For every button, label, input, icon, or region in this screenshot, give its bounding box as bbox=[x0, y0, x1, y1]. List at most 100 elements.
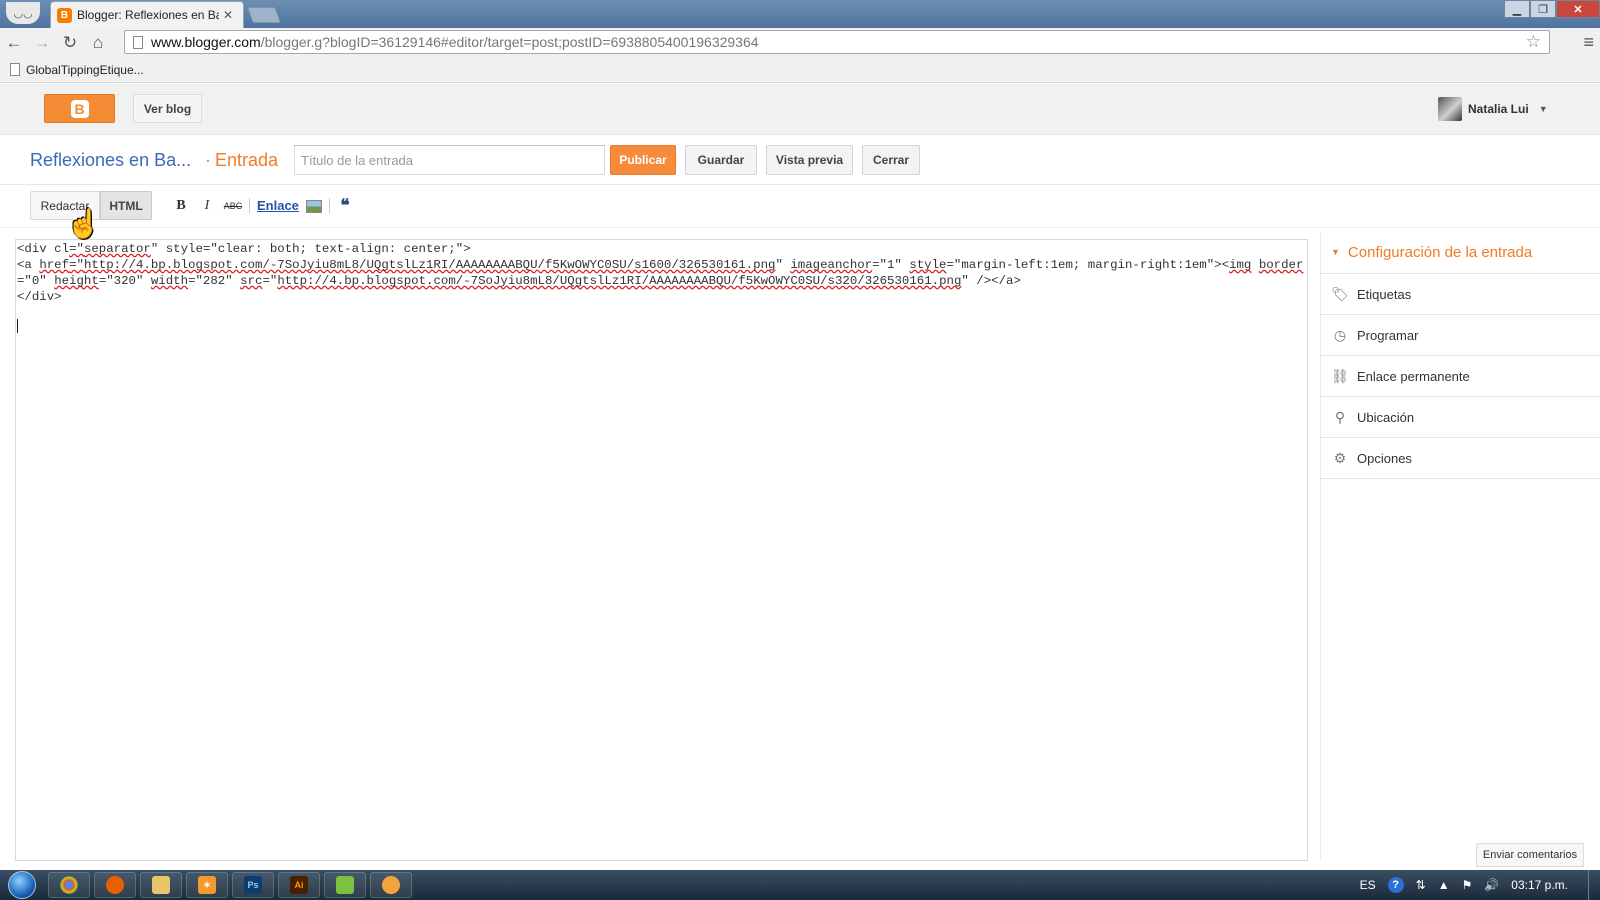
close-button[interactable]: Cerrar bbox=[862, 145, 920, 175]
bookmark-star-icon[interactable]: ☆ bbox=[1526, 32, 1541, 52]
blogger-logo-icon: B bbox=[70, 99, 89, 118]
windows-start-icon bbox=[8, 871, 36, 899]
tab-close-icon[interactable]: ✕ bbox=[223, 8, 233, 22]
start-button[interactable] bbox=[0, 870, 44, 900]
system-tray: ES ? ⇅ ▲ ⚑ 🔊 03:17 p.m. bbox=[1360, 870, 1600, 900]
sidebar-item-label: Opciones bbox=[1357, 450, 1412, 466]
window-controls: ▁ ❐ ✕ bbox=[1504, 0, 1600, 20]
sidebar-item-labels[interactable]: 🏷 Etiquetas bbox=[1321, 274, 1600, 315]
sidebar-item-schedule[interactable]: ◷ Programar bbox=[1321, 315, 1600, 356]
chrome-icon bbox=[60, 876, 78, 894]
minimize-button[interactable]: ▁ bbox=[1504, 0, 1530, 18]
sidebar-item-label: Etiquetas bbox=[1357, 286, 1412, 302]
browser-title-bar: ◡◡ B Blogger: Reflexiones en Ba ✕ ▁ ❐ ✕ bbox=[0, 0, 1600, 28]
new-tab-button[interactable] bbox=[247, 7, 281, 23]
tab-title: Blogger: Reflexiones en Ba bbox=[77, 8, 219, 22]
html-editor[interactable]: <div cl="separator" style="clear: both; … bbox=[15, 239, 1308, 861]
blog-name-link[interactable]: Reflexiones en Ba... bbox=[30, 150, 191, 171]
bookmark-link[interactable]: GlobalTippingEtique... bbox=[26, 63, 144, 77]
bookmarks-bar: GlobalTippingEtique... bbox=[0, 57, 1600, 83]
italic-icon[interactable]: I bbox=[200, 196, 214, 216]
window-close-button[interactable]: ✕ bbox=[1556, 0, 1600, 18]
volume-icon[interactable]: 🔊 bbox=[1484, 878, 1499, 892]
bold-icon[interactable]: B bbox=[174, 196, 188, 216]
blogger-logo-button[interactable]: B bbox=[44, 94, 115, 123]
network-icon[interactable]: ⇅ bbox=[1416, 878, 1426, 892]
post-settings-title: Configuración de la entrada bbox=[1347, 243, 1533, 261]
toolbar-divider bbox=[249, 198, 250, 214]
sidebar-item-location[interactable]: ⚲ Ubicación bbox=[1321, 397, 1600, 438]
taskbar-messenger[interactable] bbox=[324, 872, 366, 898]
post-settings-sidebar: ▼ Configuración de la entrada 🏷 Etiqueta… bbox=[1320, 231, 1600, 861]
sidebar-item-permalink[interactable]: ⛓ Enlace permanente bbox=[1321, 356, 1600, 397]
publish-button[interactable]: Publicar bbox=[610, 145, 676, 175]
taskbar-photoshop[interactable]: Ps bbox=[232, 872, 274, 898]
insert-image-icon[interactable] bbox=[305, 196, 323, 216]
taskbar-app-orange[interactable] bbox=[370, 872, 412, 898]
sidebar-item-label: Enlace permanente bbox=[1357, 368, 1470, 384]
home-icon[interactable]: ⌂ bbox=[84, 31, 112, 55]
location-pin-icon: ⚲ bbox=[1334, 408, 1346, 425]
taskbar-illustrator[interactable]: Ai bbox=[278, 872, 320, 898]
send-feedback-button[interactable]: Enviar comentarios bbox=[1476, 843, 1584, 867]
sidebar-item-label: Programar bbox=[1357, 327, 1419, 343]
bookmark-page-icon bbox=[10, 63, 20, 76]
photoshop-icon: Ps bbox=[244, 876, 262, 894]
taskbar-explorer[interactable] bbox=[140, 872, 182, 898]
page-icon bbox=[133, 35, 143, 49]
help-icon[interactable]: ? bbox=[1387, 877, 1404, 893]
forward-arrow-icon[interactable]: → bbox=[28, 31, 56, 55]
user-menu[interactable]: Natalia Lui ▼ bbox=[1438, 97, 1548, 121]
breadcrumb-separator: · bbox=[205, 150, 211, 170]
html-mode-button[interactable]: HTML bbox=[100, 191, 152, 220]
browser-tab[interactable]: B Blogger: Reflexiones en Ba ✕ bbox=[50, 1, 244, 28]
view-blog-button[interactable]: Ver blog bbox=[133, 94, 202, 123]
hand-cursor-icon: ☝ bbox=[66, 208, 101, 239]
show-desktop-button[interactable] bbox=[1588, 870, 1600, 900]
preview-button[interactable]: Vista previa bbox=[766, 145, 853, 175]
html-source-text[interactable]: <div cl="separator" style="clear: both; … bbox=[17, 241, 1306, 305]
back-arrow-icon[interactable]: ← bbox=[0, 31, 28, 55]
toolbar-divider bbox=[329, 198, 330, 214]
link-icon: ⛓ bbox=[1331, 367, 1349, 384]
illustrator-icon: Ai bbox=[290, 876, 308, 894]
save-button[interactable]: Guardar bbox=[685, 145, 757, 175]
text-caret bbox=[17, 319, 18, 333]
browser-toolbar: ← → ↻ ⌂ www.blogger.com /blogger.g?blogI… bbox=[0, 28, 1600, 57]
tray-expand-icon[interactable]: ▲ bbox=[1438, 878, 1450, 892]
taskbar-chrome[interactable] bbox=[48, 872, 90, 898]
maximize-button[interactable]: ❐ bbox=[1530, 0, 1556, 18]
url-path: /blogger.g?blogID=36129146#editor/target… bbox=[260, 34, 759, 50]
browser-profile-icon[interactable]: ◡◡ bbox=[6, 2, 40, 24]
browser-menu-icon[interactable]: ≡ bbox=[1583, 32, 1594, 53]
chevron-down-icon: ▼ bbox=[1538, 104, 1548, 114]
address-bar[interactable]: www.blogger.com /blogger.g?blogID=361291… bbox=[124, 30, 1550, 54]
media-app-icon bbox=[382, 876, 400, 894]
post-settings-header[interactable]: ▼ Configuración de la entrada bbox=[1321, 231, 1600, 274]
taskbar-firefox[interactable] bbox=[94, 872, 136, 898]
gear-icon: ⚙ bbox=[1333, 449, 1347, 466]
url-host: www.blogger.com bbox=[151, 34, 261, 50]
action-center-icon[interactable]: ⚑ bbox=[1462, 878, 1473, 892]
quote-icon[interactable]: ❝ bbox=[337, 196, 353, 216]
messenger-icon bbox=[336, 876, 354, 894]
language-indicator[interactable]: ES bbox=[1360, 878, 1376, 892]
firefox-icon bbox=[106, 876, 124, 894]
sidebar-item-options[interactable]: ⚙ Opciones bbox=[1321, 438, 1600, 479]
clock[interactable]: 03:17 p.m. bbox=[1511, 878, 1568, 892]
editor-toolbar: Redactar HTML B I ABC Enlace ❝ bbox=[0, 186, 1600, 228]
insert-link-button[interactable]: Enlace bbox=[257, 198, 299, 213]
sidebar-item-label: Ubicación bbox=[1357, 409, 1415, 425]
star-app-icon: ✶ bbox=[198, 876, 216, 894]
avatar bbox=[1438, 97, 1462, 121]
windows-taskbar: ✶ Ps Ai ES ? ⇅ ▲ ⚑ 🔊 03:17 p.m. bbox=[0, 870, 1600, 900]
post-title-input[interactable] bbox=[294, 145, 605, 175]
strikethrough-icon[interactable]: ABC bbox=[224, 196, 243, 216]
folder-icon bbox=[152, 876, 170, 894]
taskbar-app-star[interactable]: ✶ bbox=[186, 872, 228, 898]
post-header-bar: Reflexiones en Ba... · Entrada Publicar … bbox=[0, 136, 1600, 185]
tag-icon: 🏷 bbox=[1331, 285, 1349, 302]
clock-icon: ◷ bbox=[1333, 326, 1347, 343]
reload-icon[interactable]: ↻ bbox=[56, 31, 84, 55]
collapse-arrow-icon: ▼ bbox=[1331, 247, 1340, 257]
